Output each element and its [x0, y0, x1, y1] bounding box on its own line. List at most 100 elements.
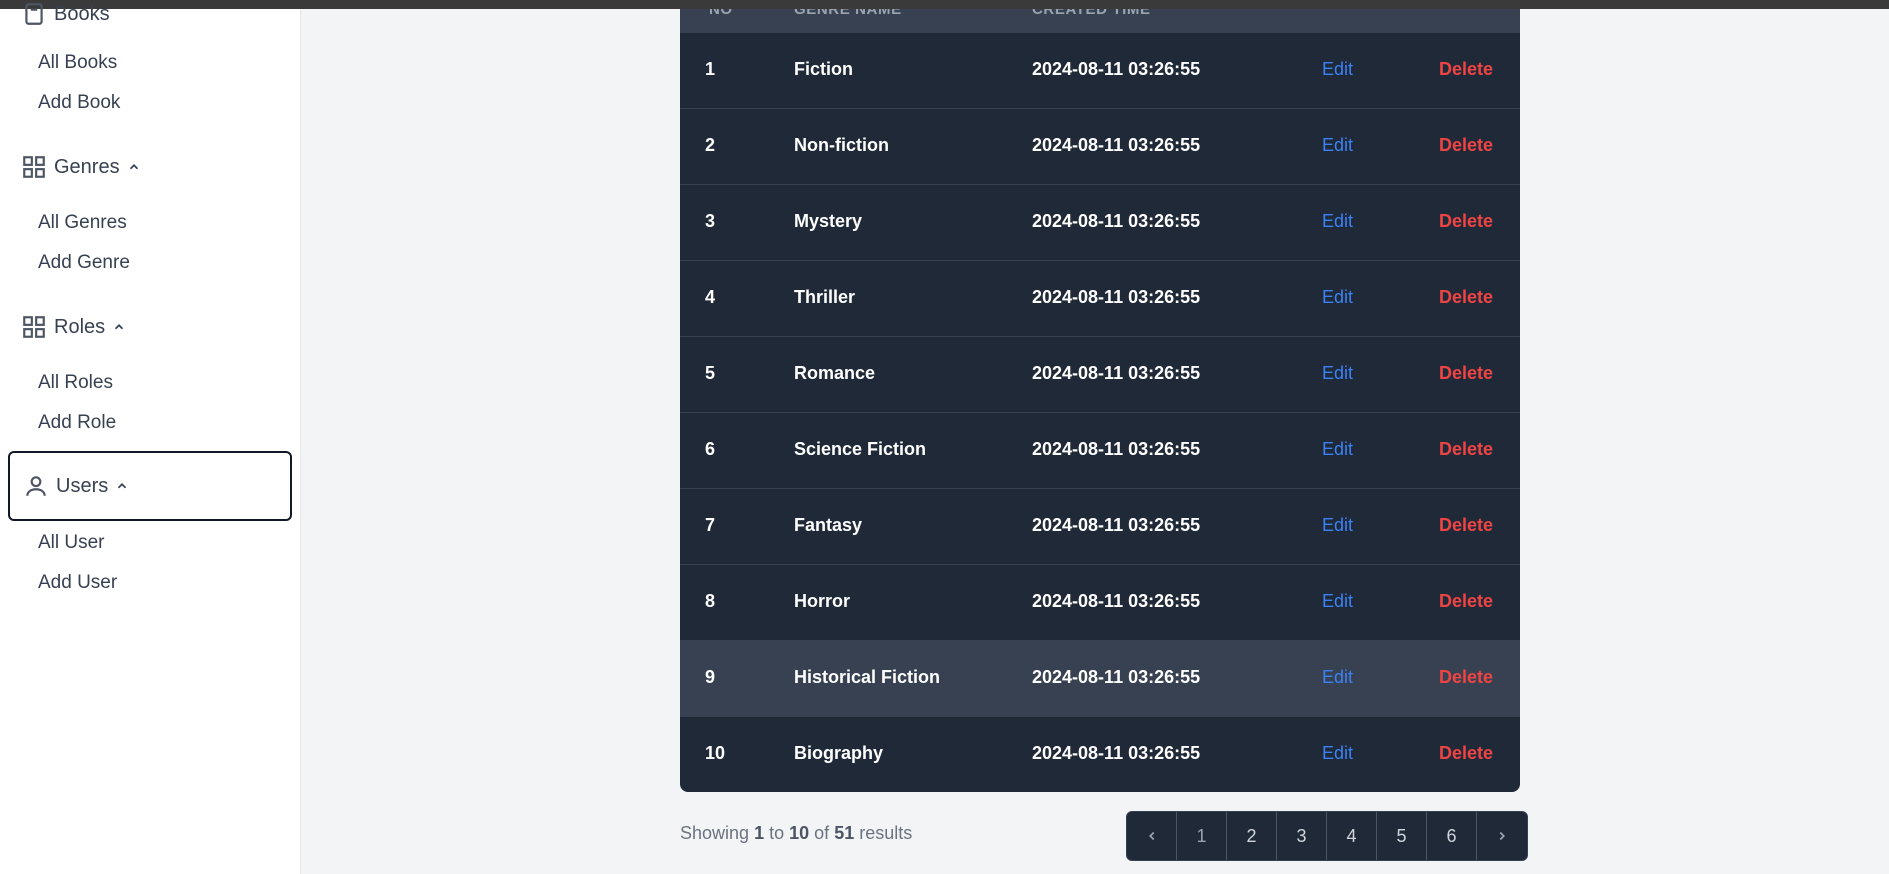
- chevron-up-icon: [129, 164, 138, 170]
- row-created-time: 2024-08-11 03:26:55: [1032, 743, 1201, 763]
- sidebar-item-add-user[interactable]: Add User: [38, 570, 117, 596]
- row-genre-name: Romance: [794, 363, 876, 383]
- edit-button[interactable]: Edit: [1322, 211, 1353, 232]
- edit-button[interactable]: Edit: [1322, 59, 1353, 80]
- grid-icon: [21, 154, 47, 180]
- summary-to: 10: [789, 823, 810, 843]
- row-genre-name: Fantasy: [794, 515, 863, 535]
- edit-button[interactable]: Edit: [1322, 515, 1353, 536]
- table-row: 4 Thriller 2024-08-11 03:26:55 Edit Dele…: [680, 261, 1520, 337]
- table-row-hovered: 9 Historical Fiction 2024-08-11 03:26:55…: [680, 641, 1520, 717]
- sidebar-section-label: Books: [54, 2, 110, 25]
- page-button-1[interactable]: 1: [1177, 812, 1227, 860]
- delete-button[interactable]: Delete: [1439, 591, 1493, 612]
- row-no: 4: [705, 287, 716, 307]
- delete-button[interactable]: Delete: [1439, 743, 1493, 764]
- sidebar-section-label: Genres: [54, 155, 120, 178]
- page-button-4[interactable]: 4: [1327, 812, 1377, 860]
- sidebar-section-users[interactable]: Users: [8, 451, 292, 521]
- sidebar-item-all-user[interactable]: All User: [38, 530, 105, 556]
- user-icon: [23, 473, 49, 499]
- page-button-2[interactable]: 2: [1227, 812, 1277, 860]
- sidebar-section-books[interactable]: Books: [8, 0, 292, 49]
- summary-of-word: of: [814, 823, 830, 843]
- chevron-up-icon: [118, 483, 127, 489]
- header-no: NO: [709, 9, 733, 18]
- page-button-6[interactable]: 6: [1427, 812, 1477, 860]
- delete-button[interactable]: Delete: [1439, 667, 1493, 688]
- delete-button[interactable]: Delete: [1439, 363, 1493, 384]
- row-genre-name: Historical Fiction: [794, 667, 941, 687]
- delete-button[interactable]: Delete: [1439, 515, 1493, 536]
- sidebar: Books All Books Add Book Genres All Genr…: [0, 3, 301, 874]
- table-row: 1 Fiction 2024-08-11 03:26:55 Edit Delet…: [680, 33, 1520, 109]
- row-created-time: 2024-08-11 03:26:55: [1032, 363, 1201, 383]
- previous-page-button[interactable]: [1127, 812, 1177, 860]
- row-genre-name: Horror: [794, 591, 851, 611]
- delete-button[interactable]: Delete: [1439, 439, 1493, 460]
- table-row: 7 Fantasy 2024-08-11 03:26:55 Edit Delet…: [680, 489, 1520, 565]
- sidebar-section-roles[interactable]: Roles: [8, 292, 292, 362]
- delete-button[interactable]: Delete: [1439, 211, 1493, 232]
- row-created-time: 2024-08-11 03:26:55: [1032, 667, 1201, 687]
- edit-button[interactable]: Edit: [1322, 135, 1353, 156]
- sidebar-item-all-roles[interactable]: All Roles: [38, 370, 113, 396]
- row-genre-name: Non-fiction: [794, 135, 889, 155]
- page-button-3[interactable]: 3: [1277, 812, 1327, 860]
- row-no: 3: [705, 211, 716, 231]
- delete-button[interactable]: Delete: [1439, 59, 1493, 80]
- table-row: 3 Mystery 2024-08-11 03:26:55 Edit Delet…: [680, 185, 1520, 261]
- row-created-time: 2024-08-11 03:26:55: [1032, 211, 1201, 231]
- table-header: NO GENRE NAME CREATED TIME: [680, 9, 1520, 33]
- results-summary: Showing 1 to 10 of 51 results: [680, 823, 912, 844]
- edit-button[interactable]: Edit: [1322, 667, 1353, 688]
- table-row: 8 Horror 2024-08-11 03:26:55 Edit Delete: [680, 565, 1520, 641]
- row-no: 10: [705, 743, 726, 763]
- sidebar-section-genres[interactable]: Genres: [8, 132, 292, 202]
- header-created-time: CREATED TIME: [1032, 9, 1151, 18]
- edit-button[interactable]: Edit: [1322, 743, 1353, 764]
- sidebar-item-add-genre[interactable]: Add Genre: [38, 250, 130, 276]
- row-no: 2: [705, 135, 716, 155]
- delete-button[interactable]: Delete: [1439, 135, 1493, 156]
- edit-button[interactable]: Edit: [1322, 439, 1353, 460]
- sidebar-item-add-role[interactable]: Add Role: [38, 410, 116, 436]
- table-row: 2 Non-fiction 2024-08-11 03:26:55 Edit D…: [680, 109, 1520, 185]
- next-page-button[interactable]: [1477, 812, 1527, 860]
- sidebar-section-label: Roles: [54, 315, 106, 338]
- summary-prefix: Showing: [680, 823, 750, 843]
- row-created-time: 2024-08-11 03:26:55: [1032, 287, 1201, 307]
- table-row: 10 Biography 2024-08-11 03:26:55 Edit De…: [680, 717, 1520, 792]
- row-no: 5: [705, 363, 716, 383]
- summary-from: 1: [754, 823, 765, 843]
- grid-icon: [21, 314, 47, 340]
- book-icon: [21, 1, 47, 27]
- row-created-time: 2024-08-11 03:26:55: [1032, 135, 1201, 155]
- delete-button[interactable]: Delete: [1439, 287, 1493, 308]
- row-no: 6: [705, 439, 716, 459]
- row-genre-name: Fiction: [794, 59, 853, 79]
- row-genre-name: Thriller: [794, 287, 856, 307]
- edit-button[interactable]: Edit: [1322, 363, 1353, 384]
- row-created-time: 2024-08-11 03:26:55: [1032, 439, 1201, 459]
- pagination: 1 2 3 4 5 6: [1126, 811, 1528, 861]
- row-no: 9: [705, 667, 716, 687]
- edit-button[interactable]: Edit: [1322, 287, 1353, 308]
- row-no: 7: [705, 515, 716, 535]
- table-row: 5 Romance 2024-08-11 03:26:55 Edit Delet…: [680, 337, 1520, 413]
- row-created-time: 2024-08-11 03:26:55: [1032, 515, 1201, 535]
- sidebar-item-all-genres[interactable]: All Genres: [38, 210, 127, 236]
- genres-table: NO GENRE NAME CREATED TIME 1 Fiction 202…: [680, 9, 1520, 792]
- row-no: 1: [705, 59, 716, 79]
- sidebar-section-label: Users: [56, 474, 109, 497]
- header-genre-name: GENRE NAME: [794, 9, 902, 18]
- row-genre-name: Science Fiction: [794, 439, 927, 459]
- sidebar-item-add-book[interactable]: Add Book: [38, 90, 120, 116]
- row-no: 8: [705, 591, 716, 611]
- edit-button[interactable]: Edit: [1322, 591, 1353, 612]
- summary-results-word: results: [859, 823, 913, 843]
- row-created-time: 2024-08-11 03:26:55: [1032, 591, 1201, 611]
- chevron-left-icon: [1148, 831, 1154, 841]
- page-button-5[interactable]: 5: [1377, 812, 1427, 860]
- sidebar-item-all-books[interactable]: All Books: [38, 50, 117, 76]
